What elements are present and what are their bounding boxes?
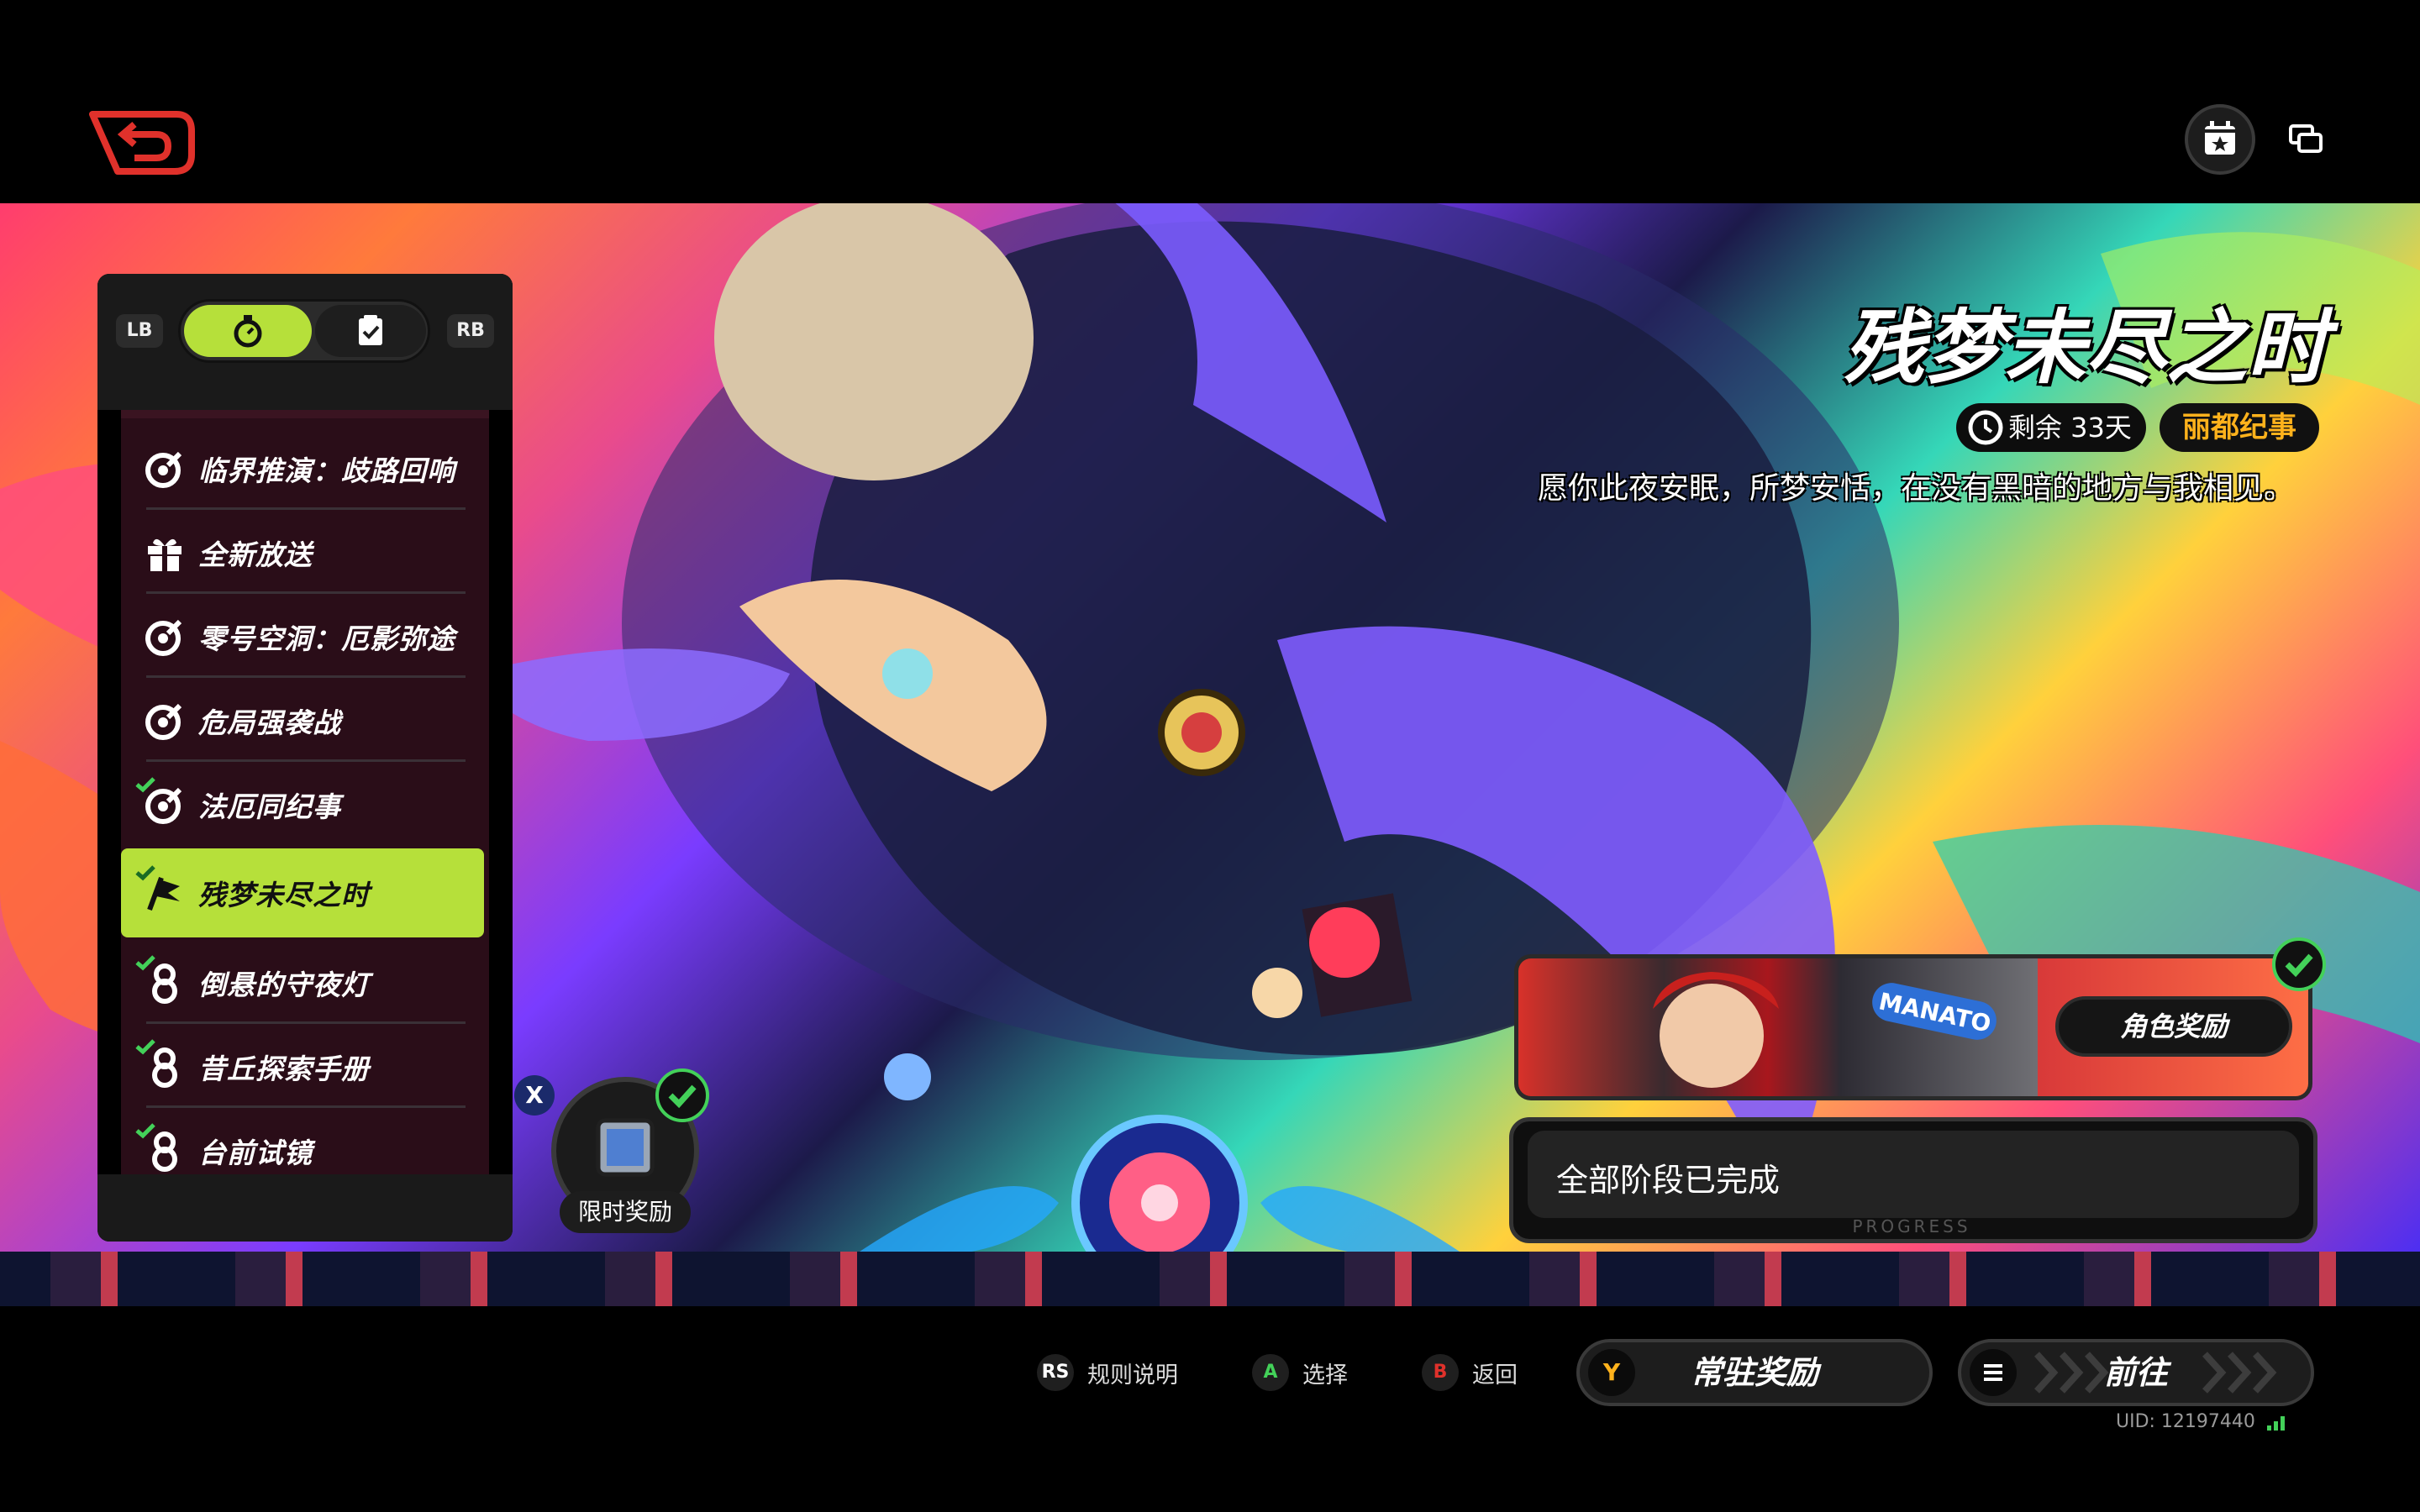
calendar-button[interactable] bbox=[2185, 104, 2255, 175]
list-footer bbox=[97, 1174, 513, 1242]
completed-check-icon bbox=[135, 955, 155, 971]
list-item[interactable]: 临界推演：歧路回响 bbox=[121, 428, 489, 509]
list-item[interactable]: 法厄同纪事 bbox=[121, 764, 489, 845]
divider bbox=[146, 1105, 466, 1108]
target-check-icon bbox=[135, 777, 187, 827]
select-hint[interactable]: A 选择 bbox=[1252, 1347, 1348, 1398]
eight-icon bbox=[135, 955, 187, 1005]
target-check-icon bbox=[143, 447, 187, 491]
tab-timer[interactable] bbox=[184, 305, 312, 357]
list-item-label: 倒悬的守夜灯 bbox=[198, 969, 370, 1001]
list-item[interactable]: 倒悬的守夜灯 bbox=[121, 942, 489, 1023]
progress-status: 全部阶段已完成 bbox=[1556, 1162, 1781, 1199]
select-label: 选择 bbox=[1302, 1362, 1348, 1389]
character-reward-button[interactable]: 角色奖励 bbox=[2055, 996, 2292, 1057]
list-item-label: 临界推演：歧路回响 bbox=[198, 454, 455, 487]
list-item-label: 零号空洞：厄影弥途 bbox=[198, 622, 455, 655]
flag-icon bbox=[135, 865, 187, 915]
go-button[interactable]: 前往 bbox=[1958, 1339, 2314, 1406]
event-tag: 丽都纪事 bbox=[2160, 403, 2319, 452]
eight-icon bbox=[135, 1039, 187, 1089]
signal-icon bbox=[2266, 1416, 2285, 1431]
list-item-label: 台前试镜 bbox=[198, 1137, 313, 1169]
progress-label: PROGRESS bbox=[1852, 1216, 1971, 1236]
gift-icon bbox=[143, 531, 187, 575]
completed-check-icon bbox=[135, 1123, 155, 1139]
calendar-star-icon bbox=[2205, 121, 2235, 155]
list-item[interactable]: 危局强袭战 bbox=[121, 680, 489, 761]
divider bbox=[146, 507, 466, 510]
lb-button[interactable]: LB bbox=[116, 314, 163, 348]
rb-button[interactable]: RB bbox=[447, 314, 494, 348]
clipboard-check-icon bbox=[359, 315, 382, 345]
divider bbox=[146, 1021, 466, 1024]
rs-key: RS bbox=[1037, 1354, 1074, 1391]
completed-check-icon bbox=[655, 1068, 709, 1122]
target-check-icon bbox=[143, 699, 187, 743]
completed-check-icon bbox=[2272, 937, 2326, 991]
back-label: 返回 bbox=[1472, 1362, 1518, 1389]
character-portrait: MANATO bbox=[1518, 958, 2038, 1096]
clock-icon bbox=[1968, 410, 2003, 445]
back-arrow-icon bbox=[89, 111, 195, 175]
remaining-time: 剩余 33天 bbox=[2008, 412, 2132, 444]
list-item-label: 危局强袭战 bbox=[198, 706, 341, 739]
window-switch-button[interactable] bbox=[2284, 118, 2326, 160]
completed-check-icon bbox=[135, 777, 155, 793]
divider bbox=[146, 591, 466, 594]
event-description: 愿你此夜安眠，所梦安恬，在没有黑暗的地方与我相见。 bbox=[1537, 471, 2294, 506]
back-button[interactable] bbox=[84, 102, 198, 176]
divider bbox=[146, 759, 466, 762]
a-key: A bbox=[1252, 1354, 1289, 1391]
remaining-time-badge: 剩余 33天 bbox=[1956, 403, 2146, 452]
divider bbox=[146, 675, 466, 678]
window-switch-icon bbox=[2289, 124, 2323, 153]
timer-icon bbox=[234, 315, 262, 348]
event-list[interactable]: 临界推演：歧路回响 全新放送 零号空洞：厄影弥途 危局强袭战 法厄同纪事 残梦未… bbox=[121, 363, 489, 1194]
completed-check-icon bbox=[135, 865, 155, 881]
list-item[interactable]: 全新放送 bbox=[121, 512, 489, 593]
rules-hint[interactable]: RS 规则说明 bbox=[1037, 1347, 1178, 1398]
list-item-active[interactable]: 残梦未尽之时 bbox=[121, 848, 484, 937]
standing-reward-button[interactable]: Y 常驻奖励 bbox=[1576, 1339, 1933, 1406]
top-bar bbox=[0, 0, 2420, 203]
bottom-bar bbox=[0, 1306, 2420, 1512]
list-item[interactable]: 昔丘探索手册 bbox=[121, 1026, 489, 1107]
list-item-label: 残梦未尽之时 bbox=[198, 879, 370, 911]
event-title: 残梦未尽之时 bbox=[1844, 301, 2328, 395]
list-item-label: 全新放送 bbox=[198, 538, 313, 571]
list-item-label: 昔丘探索手册 bbox=[198, 1053, 370, 1085]
completed-check-icon bbox=[135, 1039, 155, 1055]
x-key-hint[interactable]: X bbox=[514, 1075, 555, 1116]
limited-reward-label: 限时奖励 bbox=[560, 1191, 691, 1233]
tab-toggle[interactable] bbox=[178, 299, 430, 363]
rules-label: 规则说明 bbox=[1087, 1362, 1178, 1389]
event-list-panel: 临界推演：歧路回响 全新放送 零号空洞：厄影弥途 危局强袭战 法厄同纪事 残梦未… bbox=[97, 274, 513, 1242]
b-key: B bbox=[1422, 1354, 1459, 1391]
standing-reward-label: 常驻奖励 bbox=[1690, 1354, 1818, 1391]
list-item[interactable]: 零号空洞：厄影弥途 bbox=[121, 596, 489, 677]
uid-label: UID: 12197440 bbox=[2116, 1411, 2288, 1432]
tab-checklist[interactable] bbox=[315, 305, 426, 357]
target-check-icon bbox=[143, 615, 187, 659]
eight-icon bbox=[135, 1123, 187, 1173]
list-item-label: 法厄同纪事 bbox=[198, 790, 341, 823]
go-label: 前往 bbox=[2103, 1354, 2168, 1391]
back-hint[interactable]: B 返回 bbox=[1422, 1347, 1518, 1398]
decorative-border bbox=[0, 1252, 2420, 1306]
